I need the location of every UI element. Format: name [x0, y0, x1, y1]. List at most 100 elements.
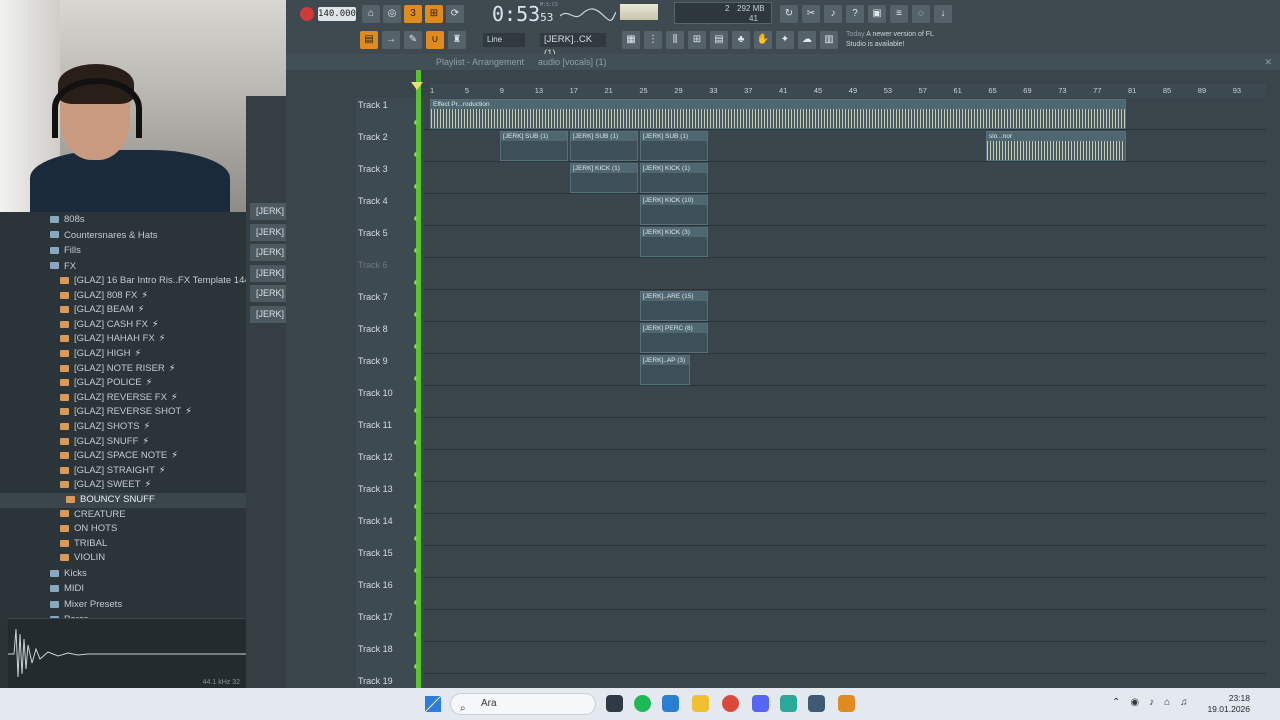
- chat-icon[interactable]: ◌: [912, 5, 930, 23]
- browser-folder[interactable]: Countersnares & Hats: [0, 228, 246, 244]
- browser-file[interactable]: [GLAZ] NOTE RISER ⚡: [0, 362, 246, 377]
- taskbar-search[interactable]: ⌕ Ara: [450, 693, 596, 715]
- track-header[interactable]: Track 5: [356, 226, 424, 258]
- browser-file[interactable]: [GLAZ] CASH FX ⚡: [0, 318, 246, 333]
- system-tray[interactable]: ⌃◉♪⌂♫: [1112, 697, 1198, 708]
- paint-icon[interactable]: ✦: [776, 31, 794, 49]
- undo-icon[interactable]: ↻: [780, 5, 798, 23]
- browser-file[interactable]: TRIBAL: [0, 537, 246, 552]
- record-button[interactable]: [300, 7, 314, 21]
- cloud-icon[interactable]: ☁: [798, 31, 816, 49]
- track-row[interactable]: Track 11: [356, 418, 1266, 450]
- piano-roll-icon[interactable]: ▦: [622, 31, 640, 49]
- track-row[interactable]: Track 6: [356, 258, 1266, 290]
- track-row[interactable]: Track 7: [356, 290, 1266, 322]
- playlist-clip[interactable]: [JERK] KICK (1): [570, 163, 638, 193]
- save-icon[interactable]: ▣: [868, 5, 886, 23]
- track-header[interactable]: Track 6: [356, 258, 424, 290]
- countdown-icon[interactable]: 3: [404, 5, 422, 23]
- playlist-clip[interactable]: [JERK] PERC (8): [640, 323, 708, 353]
- browser-file[interactable]: [GLAZ] BEAM ⚡: [0, 303, 246, 318]
- track-header[interactable]: Track 2: [356, 130, 424, 162]
- track-row[interactable]: Track 10: [356, 386, 1266, 418]
- track-row[interactable]: Track 4: [356, 194, 1266, 226]
- track-header[interactable]: Track 11: [356, 418, 424, 450]
- browser-file[interactable]: [GLAZ] SPACE NOTE ⚡: [0, 449, 246, 464]
- wait-record-icon[interactable]: ◎: [383, 5, 401, 23]
- folder-icon[interactable]: [692, 695, 709, 712]
- help-icon[interactable]: ?: [846, 5, 864, 23]
- track-row[interactable]: Track 18: [356, 642, 1266, 674]
- track-header[interactable]: Track 17: [356, 610, 424, 642]
- track-header[interactable]: Track 3: [356, 162, 424, 194]
- snap-select[interactable]: Line: [483, 33, 525, 47]
- taskbar-clock[interactable]: 23:18 19.01.2026: [1207, 693, 1250, 715]
- plugin-picker-icon[interactable]: ♣: [732, 31, 750, 49]
- fl-studio-icon[interactable]: [838, 695, 855, 712]
- track-header[interactable]: Track 8: [356, 322, 424, 354]
- track-row[interactable]: Track 16: [356, 578, 1266, 610]
- browser-folder[interactable]: Kicks: [0, 566, 246, 582]
- mixer-icon[interactable]: ≡: [890, 5, 908, 23]
- track-header[interactable]: Track 7: [356, 290, 424, 322]
- playlist-clip[interactable]: [JERK] KICK (10): [640, 195, 708, 225]
- browser-folder[interactable]: FX: [0, 259, 246, 275]
- track-header[interactable]: Track 12: [356, 450, 424, 482]
- browser-file[interactable]: [GLAZ] 16 Bar Intro Ris..FX Template 144…: [0, 274, 246, 289]
- browser-file[interactable]: VIOLIN: [0, 551, 246, 566]
- track-header[interactable]: Track 10: [356, 386, 424, 418]
- windows-start-icon[interactable]: [425, 696, 441, 712]
- playlist-clip[interactable]: [JERK] KICK (3): [640, 227, 708, 257]
- track-row[interactable]: Track 12: [356, 450, 1266, 482]
- mixer-view-icon[interactable]: ⫼: [666, 31, 684, 49]
- download-icon[interactable]: ↓: [934, 5, 952, 23]
- mic-icon[interactable]: ♪: [824, 5, 842, 23]
- track-header[interactable]: Track 1: [356, 98, 424, 130]
- stamp-icon[interactable]: ♜: [448, 31, 466, 49]
- browser-folder[interactable]: Fills: [0, 243, 246, 259]
- track-header[interactable]: Track 14: [356, 514, 424, 546]
- browser-file[interactable]: [GLAZ] SNUFF ⚡: [0, 435, 246, 450]
- playlist-clip[interactable]: [JERK] SUB (1): [500, 131, 568, 161]
- discord-icon[interactable]: [752, 695, 769, 712]
- track-row[interactable]: Track 3: [356, 162, 1266, 194]
- browser-file[interactable]: [GLAZ] STRAIGHT ⚡: [0, 464, 246, 479]
- browser-file[interactable]: [GLAZ] SWEET ⚡: [0, 478, 246, 493]
- whatsapp-icon[interactable]: [780, 695, 797, 712]
- loop-record-icon[interactable]: ⟳: [446, 5, 464, 23]
- track-row[interactable]: Track 8: [356, 322, 1266, 354]
- browser-file[interactable]: [GLAZ] HAHAH FX ⚡: [0, 332, 246, 347]
- track-row[interactable]: Track 2: [356, 130, 1266, 162]
- playlist-clip[interactable]: [JERK] KICK (1): [640, 163, 708, 193]
- pencil-icon[interactable]: ✎: [404, 31, 422, 49]
- browser-icon[interactable]: ▤: [710, 31, 728, 49]
- metronome-icon[interactable]: ⌂: [362, 5, 380, 23]
- track-row[interactable]: Track 17: [356, 610, 1266, 642]
- browser-file[interactable]: [GLAZ] 808 FX ⚡: [0, 289, 246, 304]
- browser-file[interactable]: [GLAZ] SHOTS ⚡: [0, 420, 246, 435]
- playlist-clip[interactable]: Effect Pr...roduction: [430, 99, 1126, 129]
- browser-file[interactable]: BOUNCY SNUFF: [0, 492, 246, 508]
- playlist-clip[interactable]: [JERK] SUB (1): [570, 131, 638, 161]
- playlist-titlebar[interactable]: Playlist - Arrangement audio [vocals] (1…: [286, 54, 1280, 70]
- playlist-close-icon[interactable]: ✕: [1264, 54, 1272, 70]
- file-explorer-icon[interactable]: [606, 695, 623, 712]
- news-icon[interactable]: ▥: [820, 31, 838, 49]
- vscode-icon[interactable]: [662, 695, 679, 712]
- playlist-clip[interactable]: [JERK] SUB (1): [640, 131, 708, 161]
- browser-file[interactable]: [GLAZ] POLICE ⚡: [0, 376, 246, 391]
- track-header[interactable]: Track 15: [356, 546, 424, 578]
- browser-file[interactable]: [GLAZ] REVERSE SHOT ⚡: [0, 405, 246, 420]
- track-row[interactable]: Track 14: [356, 514, 1266, 546]
- playlist-clip[interactable]: [JERK]..AP (3): [640, 355, 690, 385]
- playhead[interactable]: [416, 70, 421, 688]
- browser-file[interactable]: [GLAZ] HIGH ⚡: [0, 347, 246, 362]
- chrome-icon[interactable]: [722, 695, 739, 712]
- step-edit-icon[interactable]: ⊞: [425, 5, 443, 23]
- track-row[interactable]: Track 13: [356, 482, 1266, 514]
- track-row[interactable]: Track 9: [356, 354, 1266, 386]
- track-header[interactable]: Track 18: [356, 642, 424, 674]
- magnet-icon[interactable]: ∪: [426, 31, 444, 49]
- browser-folder[interactable]: 808s: [0, 212, 246, 228]
- track-header[interactable]: Track 16: [356, 578, 424, 610]
